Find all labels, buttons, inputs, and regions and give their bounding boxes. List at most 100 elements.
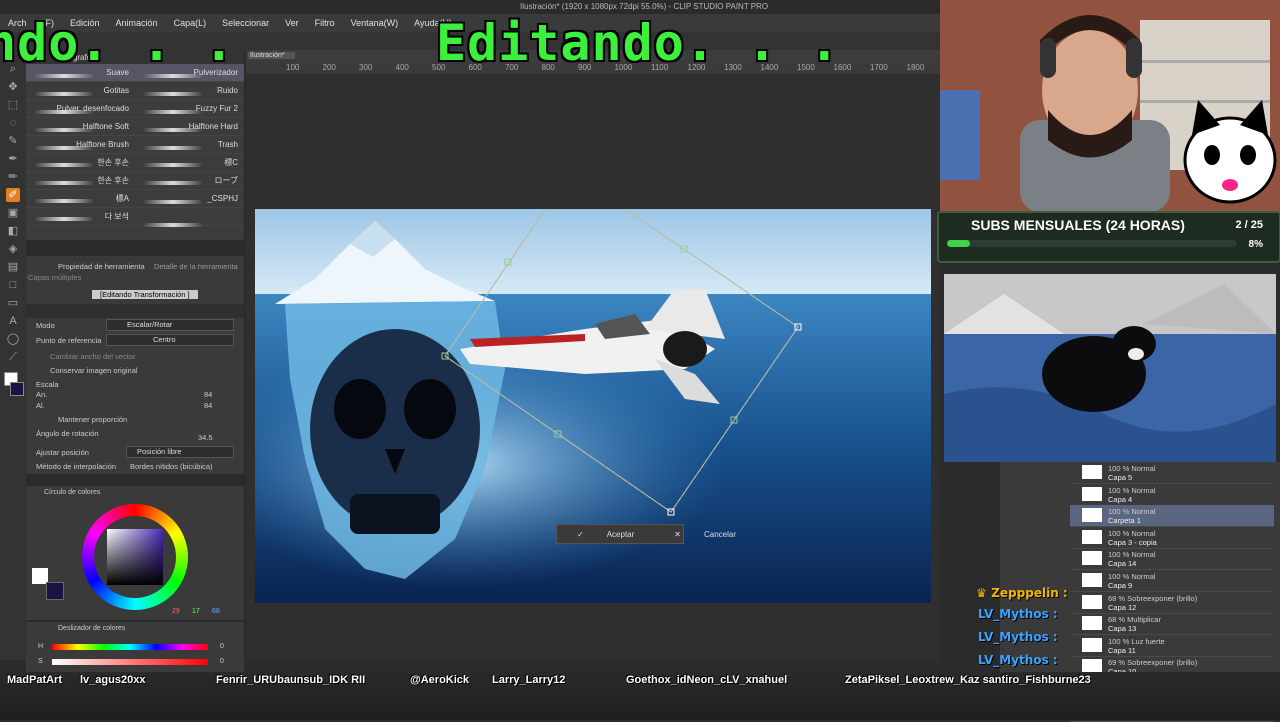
fill-tool-icon[interactable]: ◈ (6, 242, 20, 256)
width-label: An. (36, 390, 48, 399)
brush-item[interactable]: Halftone Hard (135, 122, 244, 132)
app-title: Ilustración* (1920 x 1080px 72dpi 55.0%)… (520, 2, 769, 11)
move-tool-icon[interactable]: ✥ (6, 80, 20, 94)
gradient-tool-icon[interactable]: ▤ (6, 260, 20, 274)
layer-row[interactable]: 100 % Normal Capa 3 - copia (1070, 527, 1274, 549)
brush-item[interactable]: _CSPHJ (135, 194, 244, 204)
sub-color-swatch[interactable] (10, 382, 24, 396)
editing-overlay-left: ndo. . . (0, 14, 235, 72)
brush-label: Trash (217, 140, 238, 149)
keep-original-checkbox[interactable]: Conservar imagen original (50, 366, 138, 375)
tool-property-tab[interactable]: Propiedad de herramienta (58, 262, 145, 271)
ruler-tick: 300 (359, 63, 373, 72)
layer-row[interactable]: 100 % Normal Capa 5 (1070, 462, 1274, 484)
menu-view[interactable]: Ver (277, 18, 307, 28)
brush-item[interactable]: 다 보석 (26, 211, 135, 222)
brush-label: Fuzzy Fur 2 (195, 104, 238, 113)
brush-label: Gotitas (103, 86, 129, 95)
brush-item[interactable]: Pulver. desenfocado (26, 104, 135, 114)
transform-confirm-bar: ✓ Aceptar ✕ Cancelar (556, 524, 736, 544)
layer-row[interactable]: 100 % Normal Capa 9 (1070, 570, 1274, 592)
layer-name: Capa 9 (1108, 581, 1133, 590)
adjust-position-select[interactable]: Posición libre (126, 446, 234, 458)
brush-item[interactable]: Gotitas (26, 86, 135, 96)
interpolation-value[interactable]: Bordes nítidos (bicúbica) (130, 462, 213, 471)
brush-label: Pulver. desenfocado (56, 104, 130, 113)
saturation-slider-label: S (38, 658, 43, 665)
brush-label: 標C (224, 158, 238, 167)
brush-item[interactable]: Trash (135, 140, 244, 150)
layer-name: Capa 5 (1108, 473, 1133, 482)
brush-item[interactable]: 標A (26, 193, 135, 204)
mode-select[interactable]: Escalar/Rotar (106, 319, 234, 331)
layer-row[interactable]: 100 % Normal Capa 14 (1070, 548, 1274, 571)
webcam-image (940, 0, 1280, 212)
menu-filter[interactable]: Filtro (307, 18, 343, 28)
editing-overlay-main: Editando. . . (436, 14, 841, 72)
layer-row[interactable]: 100 % Normal Carpeta 1 (1070, 505, 1274, 528)
brush-item[interactable]: Ruido (135, 86, 244, 96)
lasso-tool-icon[interactable]: ◌ (6, 116, 20, 130)
brush-label: 한손 후손 (97, 158, 129, 167)
menu-window[interactable]: Ventana(W) (343, 18, 407, 28)
color-sub-swatch[interactable] (46, 582, 64, 600)
rotation-value[interactable]: 34.5 (198, 433, 213, 442)
brush-item[interactable]: 한손 후손 (26, 157, 135, 168)
vector-width-checkbox[interactable]: Cambiar ancho del vector (50, 352, 135, 361)
tab-illustration[interactable]: Ilustración* (248, 52, 295, 59)
hue-slider[interactable] (52, 644, 208, 650)
layer-name: Carpeta 1 (1108, 516, 1141, 526)
pencil-tool-icon[interactable]: ✏ (6, 170, 20, 184)
saturation-square[interactable] (107, 529, 163, 585)
layer-row[interactable]: 68 % Sobreexponer (brillo) Capa 12 (1070, 592, 1274, 614)
layer-row[interactable]: 68 % Multiplicar Capa 13 (1070, 613, 1274, 636)
width-value[interactable]: 84 (204, 390, 212, 399)
brush-row: Halftone Soft Halftone Hard (26, 118, 244, 136)
brush-item[interactable]: Fuzzy Fur 2 (135, 104, 244, 114)
brush-stroke-preview (34, 74, 94, 78)
transform-icon-bar (26, 304, 244, 318)
layer-row[interactable]: 100 % Normal Capa 4 (1070, 484, 1274, 506)
eyedropper-tool-icon[interactable]: ✎ (6, 134, 20, 148)
brush-stroke-preview (143, 200, 203, 204)
pen-tool-icon[interactable]: ✒ (6, 152, 20, 166)
sub-tool-detail-tab[interactable]: Detalle de la herramienta (154, 262, 238, 271)
brush-tool-icon[interactable]: ✐ (6, 188, 20, 202)
layer-thumbnail (1082, 529, 1102, 544)
accept-button[interactable]: ✓ Aceptar (557, 530, 654, 539)
keep-ratio-checkbox[interactable]: Mantener proporción (58, 415, 127, 424)
subs-progress-track (947, 240, 1237, 247)
select-tool-icon[interactable]: ⬚ (6, 98, 20, 112)
text-tool-icon[interactable]: A (6, 314, 20, 328)
layer-thumbnail (1082, 508, 1102, 523)
cancel-button[interactable]: ✕ Cancelar (654, 530, 756, 539)
saturation-slider[interactable] (52, 659, 208, 665)
brush-row: 標A _CSPHJ (26, 190, 244, 208)
figure-tool-icon[interactable]: □ (6, 278, 20, 292)
saturation-slider-value: 0 (220, 658, 224, 665)
brush-item[interactable]: ローブ (135, 175, 244, 186)
brush-stroke-preview (34, 217, 94, 221)
brush-item[interactable]: Halftone Soft (26, 122, 135, 132)
brush-row: 한손 후손 ローブ (26, 172, 244, 190)
brush-item[interactable]: Halftone Brush (26, 140, 135, 150)
brush-stroke-preview (34, 199, 94, 203)
color-slider-panel: Deslizador de colores H 0 S 0 (26, 622, 244, 672)
correct-line-tool-icon[interactable]: ⟋ (6, 350, 20, 364)
layer-row[interactable]: 100 % Luz fuerte Capa 11 (1070, 635, 1274, 657)
eraser-tool-icon[interactable]: ◧ (6, 224, 20, 238)
airbrush-tool-icon[interactable]: ▣ (6, 206, 20, 220)
brush-item[interactable]: 한손 후손 (26, 175, 135, 186)
layer-blend: 100 % Normal (1108, 572, 1156, 581)
brush-item[interactable]: 標C (135, 157, 244, 168)
hue-slider-value: 0 (220, 643, 224, 650)
height-label: Al. (36, 401, 45, 410)
balloon-tool-icon[interactable]: ◯ (6, 332, 20, 346)
layer-blend: 68 % Sobreexponer (brillo) (1108, 593, 1198, 603)
layer-thumbnail (1082, 551, 1102, 566)
layer-thumbnail (1082, 616, 1102, 631)
height-value[interactable]: 84 (204, 401, 212, 410)
ruler-tool-icon[interactable]: ▭ (6, 296, 20, 310)
reference-point-select[interactable]: Centro (106, 334, 234, 346)
reference-point-label: Punto de referencia (36, 336, 102, 345)
